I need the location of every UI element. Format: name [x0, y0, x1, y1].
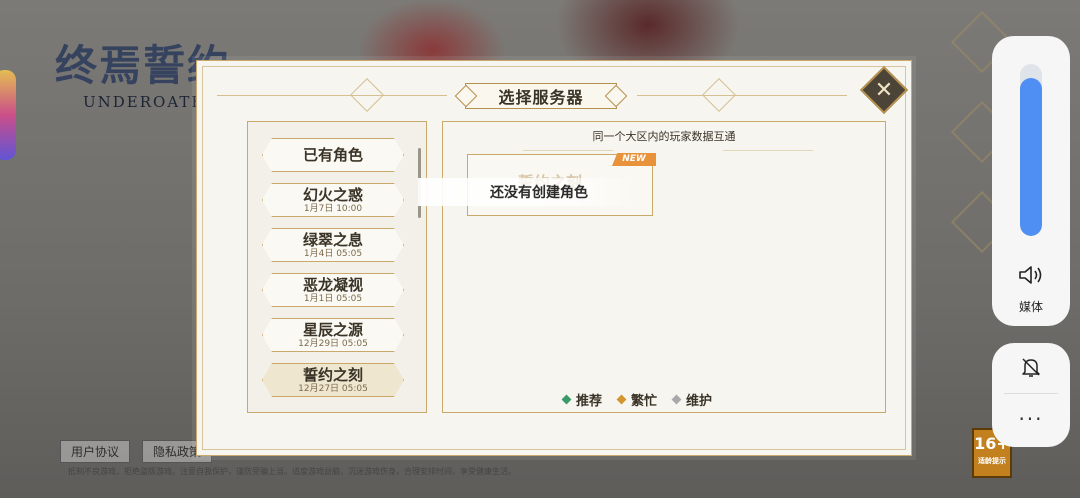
dialog-title-text: 选择服务器 — [498, 88, 584, 107]
footer-notice: 抵制不良游戏，拒绝盗版游戏。注意自我保护，谨防受骗上当。适度游戏益脑，沉迷游戏伤… — [68, 467, 516, 476]
server-name: 恶龙凝视 — [302, 275, 363, 294]
close-button[interactable]: ✕ — [859, 65, 909, 115]
sound-mode-panel: ··· — [992, 343, 1070, 447]
hint-line-right — [723, 150, 813, 151]
toast-text: 还没有创建角色 — [490, 185, 588, 201]
legend-recommended: 推荐 — [561, 390, 603, 409]
server-name: 幻火之惑 — [302, 185, 363, 204]
user-agreement-link[interactable]: 用户协议 — [60, 440, 131, 463]
hint-line-left — [523, 150, 613, 151]
volume-slider-fill — [1020, 77, 1042, 236]
bell-muted-icon[interactable] — [1019, 355, 1043, 379]
bottom-links: 用户协议 隐私政策 — [60, 440, 213, 463]
title-deco-line-right — [637, 95, 847, 96]
speaker-icon[interactable] — [1018, 264, 1044, 286]
server-date: 12月27日 05:05 — [298, 383, 368, 394]
new-badge: NEW — [612, 153, 656, 166]
title-deco-diamond-right — [702, 78, 736, 112]
toast-message: 还没有创建角色 — [418, 178, 638, 206]
title-deco-diamond-left — [350, 78, 384, 112]
age-rating-label: 适龄提示 — [978, 457, 1006, 465]
panel-divider — [1004, 393, 1058, 394]
legend-label: 推荐 — [576, 394, 603, 409]
close-icon: ✕ — [874, 77, 894, 103]
status-legend: 推荐 繁忙 维护 — [561, 390, 713, 409]
volume-slider[interactable] — [1020, 64, 1042, 236]
server-item[interactable]: 星辰之源 12月29日 05:05 — [262, 318, 404, 352]
panel-hint: 同一个大区内的玩家数据互通 — [592, 130, 736, 143]
dialog-title: 选择服务器 — [455, 79, 627, 113]
server-item[interactable]: 恶龙凝视 1月1日 05:05 — [262, 273, 404, 307]
server-date: 1月7日 10:00 — [303, 203, 363, 214]
server-name: 绿翠之息 — [302, 230, 363, 249]
title-deco-line-left — [217, 95, 447, 96]
server-item-existing[interactable]: 已有角色 — [262, 138, 404, 172]
busy-dot-icon — [616, 394, 627, 405]
server-name: 星辰之源 — [302, 320, 363, 339]
maintenance-dot-icon — [671, 394, 682, 405]
server-name: 誓约之刻 — [302, 365, 363, 384]
server-name: 已有角色 — [302, 145, 363, 164]
volume-label: 媒体 — [1018, 300, 1043, 314]
legend-maintenance: 维护 — [671, 390, 713, 409]
side-glow — [0, 70, 16, 160]
server-date: 12月29日 05:05 — [298, 338, 368, 349]
server-select-dialog: 选择服务器 ✕ 已有角色 幻火之惑 1月7日 10:00 绿翠之息 1月4日 0… — [196, 60, 912, 456]
legend-label: 繁忙 — [631, 394, 658, 409]
server-detail-panel: 同一个大区内的玩家数据互通 誓约之刻 NEW 推荐 繁忙 维护 — [442, 121, 886, 413]
recommended-dot-icon — [561, 394, 572, 405]
server-date: 1月4日 05:05 — [303, 248, 363, 259]
server-item[interactable]: 幻火之惑 1月7日 10:00 — [262, 183, 404, 217]
volume-panel: 媒体 — [992, 36, 1070, 326]
legend-label: 维护 — [686, 394, 713, 409]
server-item[interactable]: 绿翠之息 1月4日 05:05 — [262, 228, 404, 262]
server-item-selected[interactable]: 誓约之刻 12月27日 05:05 — [262, 363, 404, 397]
more-options-button[interactable]: ··· — [992, 407, 1070, 431]
legend-busy: 繁忙 — [616, 390, 658, 409]
server-list[interactable]: 已有角色 幻火之惑 1月7日 10:00 绿翠之息 1月4日 05:05 恶龙凝… — [247, 121, 427, 413]
server-date: 1月1日 05:05 — [303, 293, 363, 304]
